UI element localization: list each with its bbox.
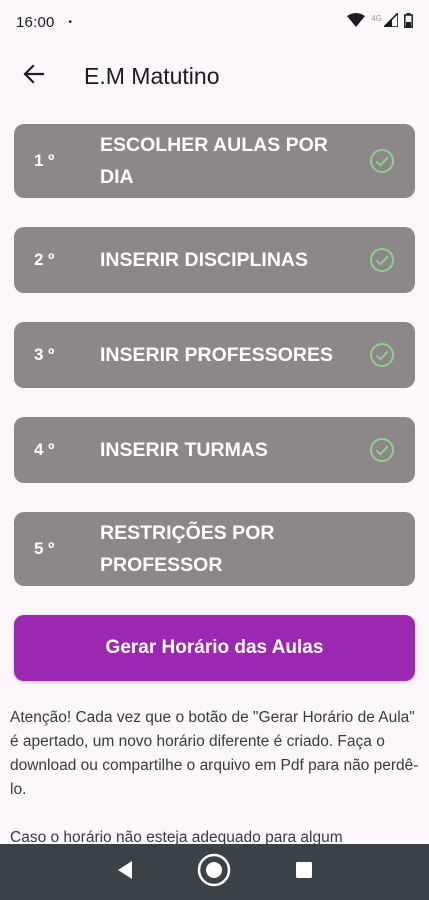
nav-back-icon xyxy=(116,860,134,885)
status-bar: 16:00 • 4G xyxy=(0,0,429,44)
step-card-2[interactable]: 2 º INSERIR DISCIPLINAS xyxy=(14,227,415,293)
check-circle-icon xyxy=(369,342,395,368)
nav-home-icon xyxy=(197,853,231,892)
step-number: 4 º xyxy=(34,440,55,459)
step-number: 3 º xyxy=(34,345,55,364)
step-card-4[interactable]: 4 º INSERIR TURMAS xyxy=(14,417,415,483)
step-label: INSERIR DISCIPLINAS xyxy=(100,249,309,271)
page-title: E.M Matutino xyxy=(84,62,220,89)
signal-icon xyxy=(382,11,399,31)
check-circle-icon xyxy=(369,247,395,273)
step-card-3[interactable]: 3 º INSERIR PROFESSORES xyxy=(14,322,415,388)
system-nav-bar xyxy=(0,844,429,900)
app-bar: E.M Matutino xyxy=(0,48,429,104)
step-label: INSERIR TURMAS xyxy=(100,439,268,461)
arrow-back-icon xyxy=(23,63,45,90)
notice-text: Atenção! Cada vez que o botão de "Gerar … xyxy=(10,709,419,798)
nav-back-button[interactable] xyxy=(105,852,145,892)
network-type-label: 4G xyxy=(371,13,382,23)
step-number: 5 º xyxy=(34,539,55,558)
status-icons: 4G xyxy=(347,11,413,32)
nav-home-button[interactable] xyxy=(194,852,234,892)
step-label: INSERIR PROFESSORES xyxy=(100,344,333,366)
nav-recents-button[interactable] xyxy=(284,852,324,892)
back-button[interactable] xyxy=(10,52,58,100)
step-card-1[interactable]: 1 º ESCOLHER AULAS POR DIA xyxy=(14,124,415,198)
step-number: 1 º xyxy=(34,151,55,170)
generate-schedule-button[interactable]: Gerar Horário das Aulas xyxy=(14,615,415,681)
wifi-icon xyxy=(347,13,366,31)
step-label: RESTRIÇÕES POR PROFESSOR xyxy=(100,522,275,576)
notification-dot: • xyxy=(68,16,73,28)
step-label: ESCOLHER AULAS POR DIA xyxy=(100,134,328,188)
step-number: 2 º xyxy=(34,250,55,269)
check-circle-icon xyxy=(369,437,395,463)
status-time: 16:00 xyxy=(16,13,55,31)
battery-icon xyxy=(404,12,413,32)
nav-recents-icon xyxy=(295,861,313,884)
check-circle-icon xyxy=(369,148,395,174)
step-card-5[interactable]: 5 º RESTRIÇÕES POR PROFESSOR xyxy=(14,512,415,586)
